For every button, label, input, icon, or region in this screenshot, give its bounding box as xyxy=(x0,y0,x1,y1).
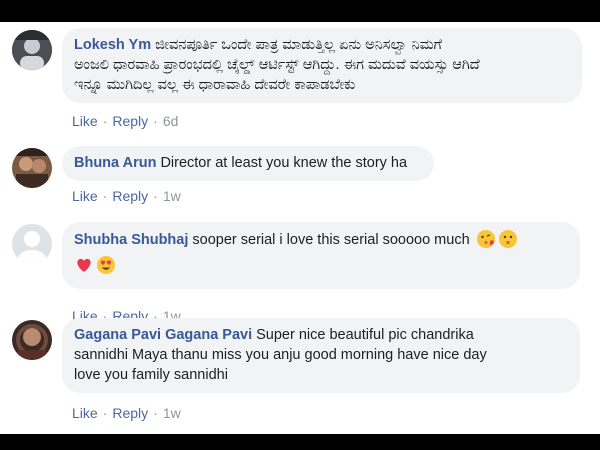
comment-actions: Like · Reply · 1w xyxy=(72,188,181,204)
profile-photo-icon xyxy=(12,30,52,70)
avatar[interactable] xyxy=(12,148,52,188)
comment-actions: Like · Reply · 6d xyxy=(72,113,178,129)
separator-dot: · xyxy=(102,113,108,129)
comment-author[interactable]: Gagana Pavi Gagana Pavi xyxy=(74,327,252,343)
comment-timestamp[interactable]: 6d xyxy=(163,113,179,129)
comment-author[interactable]: Shubha Shubhaj xyxy=(74,232,188,248)
comment-bubble: Lokesh Ym ಜೀವನಪೂರ್ತಿ ಒಂದೇ ಪಾತ್ರ ಮಾಡುತ್ತಿಲ… xyxy=(62,28,582,103)
face-blowing-kiss-icon xyxy=(476,229,496,255)
comment-bubble: Gagana Pavi Gagana Pavi Super nice beauti… xyxy=(62,318,580,393)
comment-bubble: Bhuna Arun Director at least you knew the… xyxy=(62,146,434,181)
comment-bubble: Shubha Shubhaj sooper serial i love this … xyxy=(62,222,580,289)
profile-photo-icon xyxy=(12,148,52,188)
heart-eyes-face-icon xyxy=(96,255,116,281)
reply-link[interactable]: Reply xyxy=(112,188,148,204)
comment-timestamp[interactable]: 1w xyxy=(163,405,181,421)
separator-dot: · xyxy=(153,188,158,204)
comment-text-line: ಅಂಜಲಿ ಧಾರವಾಹಿ ಪ್ರಾರಂಭದಲ್ಲಿ ಚೈಲ್ಡ್ ಆರ್ಟಿಸ… xyxy=(74,57,480,73)
separator-dot: · xyxy=(153,113,158,129)
default-avatar-icon xyxy=(12,224,52,264)
comment-author[interactable]: Bhuna Arun xyxy=(74,155,156,171)
comment-text-line: sannidhi Maya thanu miss you anju good m… xyxy=(74,347,487,363)
comment-timestamp[interactable]: 1w xyxy=(163,188,181,204)
comments-panel: Lokesh Ym ಜೀವನಪೂರ್ತಿ ಒಂದೇ ಪಾತ್ರ ಮಾಡುತ್ತಿಲ… xyxy=(0,22,600,434)
comment-text-line: ಜೀವನಪೂರ್ತಿ ಒಂದೇ ಪಾತ್ರ ಮಾಡುತ್ತಿಲ್ಲ ಏನು ಅನ… xyxy=(155,37,442,53)
avatar[interactable] xyxy=(12,224,52,264)
comment-text-line: Super nice beautiful pic chandrika xyxy=(256,327,474,343)
separator-dot: · xyxy=(102,405,108,421)
comment-author[interactable]: Lokesh Ym xyxy=(74,37,151,53)
like-link[interactable]: Like xyxy=(72,113,98,129)
avatar[interactable] xyxy=(12,320,52,360)
comment-text-line: sooper serial i love this serial sooooo … xyxy=(192,232,470,248)
like-link[interactable]: Like xyxy=(72,188,98,204)
reply-link[interactable]: Reply xyxy=(112,405,148,421)
comment-text-line: love you family sannidhi xyxy=(74,367,228,383)
separator-dot: · xyxy=(153,405,158,421)
red-heart-icon xyxy=(74,255,94,281)
reply-link[interactable]: Reply xyxy=(112,113,148,129)
separator-dot: · xyxy=(102,188,108,204)
kissing-face-icon xyxy=(498,229,518,255)
comment-text-line: ಇನ್ನೂ ಮುಗಿದಿಲ್ಲ ವಲ್ಲ ಈ ಧಾರಾವಾಹಿ ದೇವರೇ ಕಾ… xyxy=(74,77,356,93)
comment-actions: Like · Reply · 1w xyxy=(72,405,181,421)
like-link[interactable]: Like xyxy=(72,405,98,421)
profile-photo-icon xyxy=(12,320,52,360)
comment-text-line: Director at least you knew the story ha xyxy=(160,155,408,171)
avatar[interactable] xyxy=(12,30,52,70)
